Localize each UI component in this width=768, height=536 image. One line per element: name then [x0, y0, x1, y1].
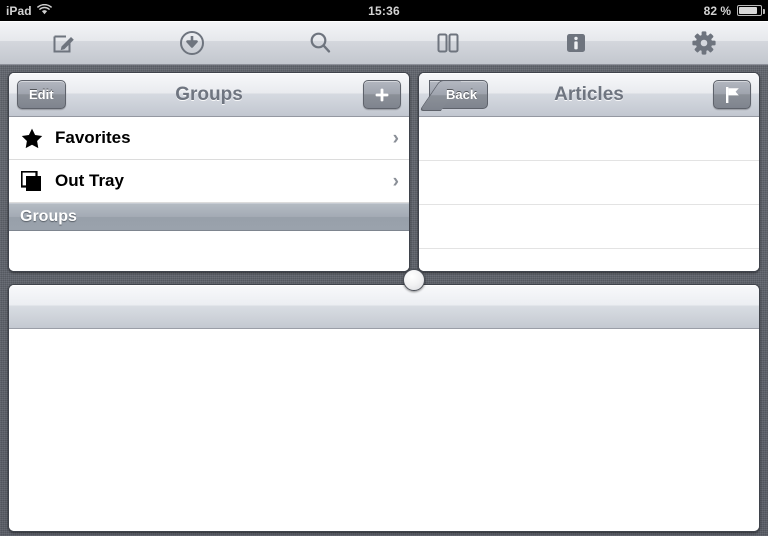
section-header-groups: Groups — [9, 203, 409, 231]
list-item-empty — [419, 205, 759, 249]
groups-panel: Edit Groups Favorites › Out Tray › Group… — [8, 72, 410, 272]
status-bar: iPad 15:36 82 % — [0, 0, 768, 21]
star-icon — [21, 128, 55, 149]
info-button[interactable] — [512, 21, 640, 65]
battery-icon — [737, 5, 765, 16]
chevron-right-icon: › — [392, 170, 399, 192]
clock-label: 15:36 — [368, 3, 400, 18]
info-icon — [564, 31, 588, 55]
battery-fill — [739, 7, 757, 14]
list-item-empty — [419, 249, 759, 271]
main-toolbar — [0, 21, 768, 65]
flag-icon — [725, 86, 739, 103]
edit-button[interactable]: Edit — [17, 80, 66, 109]
flag-button[interactable] — [713, 80, 751, 109]
search-icon — [307, 30, 333, 56]
compose-icon — [51, 30, 77, 56]
status-bar-right: 82 % — [703, 0, 765, 21]
list-item-out-tray[interactable]: Out Tray › — [9, 160, 409, 203]
detail-content-area — [9, 329, 759, 531]
list-item-favorites[interactable]: Favorites › — [9, 117, 409, 160]
list-item-label: Favorites — [55, 128, 131, 147]
back-button[interactable]: Back — [429, 80, 489, 109]
tray-icon — [21, 170, 55, 192]
articles-list — [419, 117, 759, 271]
chevron-right-icon: › — [392, 127, 399, 149]
list-item-label: Out Tray — [55, 171, 124, 190]
list-item-empty — [419, 161, 759, 205]
download-icon — [179, 30, 205, 56]
add-group-button[interactable] — [363, 80, 401, 109]
split-view-button[interactable] — [384, 21, 512, 65]
detail-toolbar — [9, 285, 759, 329]
split-divider-handle[interactable] — [403, 269, 425, 291]
plus-icon — [375, 88, 389, 101]
detail-panel — [8, 284, 760, 532]
gear-icon — [691, 30, 717, 56]
articles-navbar: Back Articles — [419, 73, 759, 117]
status-bar-center: 15:36 — [0, 0, 768, 21]
battery-percent-label: 82 % — [703, 3, 731, 18]
search-button[interactable] — [256, 21, 384, 65]
ipad-app-window: iPad 15:36 82 % Edit Groups Favorites › … — [0, 0, 768, 536]
list-item-empty — [419, 117, 759, 161]
groups-list: Favorites › Out Tray › Groups — [9, 117, 409, 271]
groups-panel-title: Groups — [175, 83, 243, 105]
split-view-icon — [435, 30, 461, 56]
articles-panel: Back Articles — [418, 72, 760, 272]
download-button[interactable] — [128, 21, 256, 65]
compose-button[interactable] — [0, 21, 128, 65]
list-item-empty — [9, 231, 409, 271]
settings-button[interactable] — [640, 21, 768, 65]
groups-navbar: Edit Groups — [9, 73, 409, 117]
